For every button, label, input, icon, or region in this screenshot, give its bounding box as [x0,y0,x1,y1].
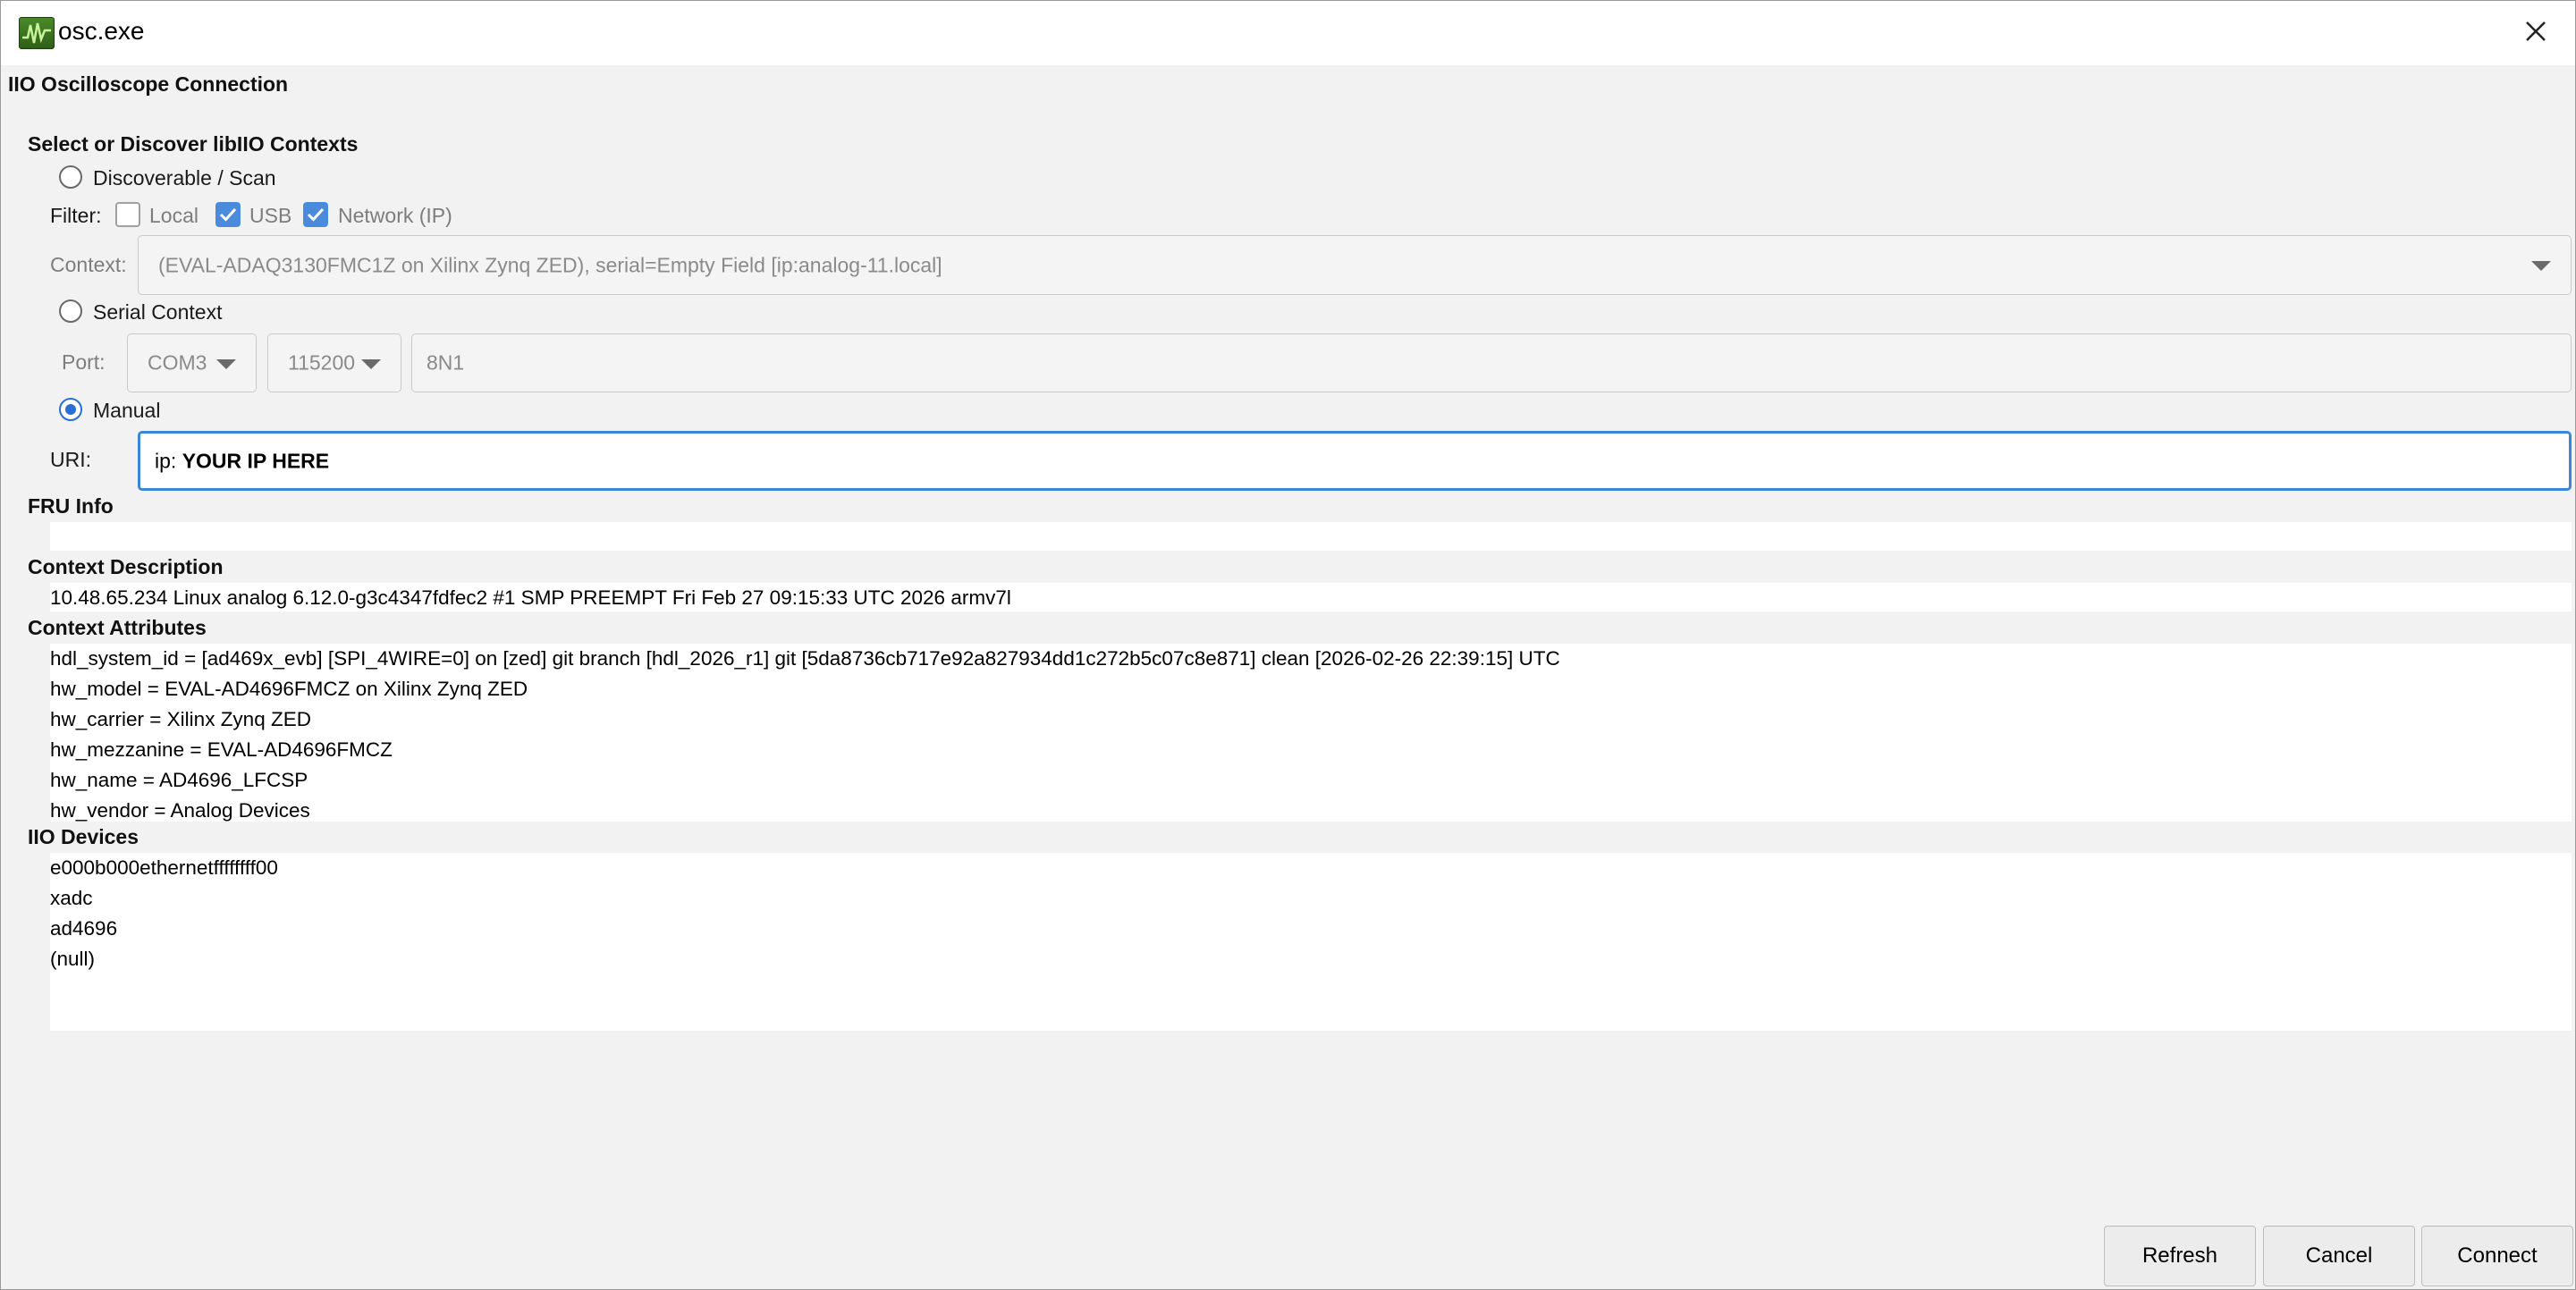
context-attribute-item: hw_model = EVAL-AD4696FMCZ on Xilinx Zyn… [50,678,528,700]
context-value: (EVAL-ADAQ3130FMC1Z on Xilinx Zynq ZED),… [158,253,942,276]
serial-config-field[interactable]: 8N1 [411,333,2572,392]
filter-local-label: Local [149,204,198,227]
discoverable-label: Discoverable / Scan [93,166,276,190]
filter-usb-checkbox[interactable] [215,202,241,227]
context-attribute-item: hdl_system_id = [ad469x_evb] [SPI_4WIRE=… [50,647,1560,670]
context-attributes-heading: Context Attributes [28,616,207,639]
iio-device-item: e000b000ethernetffffffff00 [50,856,278,879]
oscilloscope-app-icon [19,17,55,49]
port-dropdown[interactable]: COM3 [127,333,257,392]
context-label: Context: [50,253,127,276]
iio-device-item: ad4696 [50,917,118,940]
iio-device-item: (null) [50,948,96,970]
window-title: osc.exe [58,17,145,45]
uri-input[interactable]: ip: YOUR IP HERE [138,431,2572,491]
context-dropdown[interactable]: (EVAL-ADAQ3130FMC1Z on Xilinx Zynq ZED),… [138,235,2572,295]
select-contexts-heading: Select or Discover libIIO Contexts [28,132,359,156]
port-value: COM3 [148,350,207,375]
context-description-heading: Context Description [28,555,224,578]
cancel-button[interactable]: Cancel [2263,1226,2415,1286]
refresh-button[interactable]: Refresh [2104,1226,2256,1286]
serial-context-radio[interactable] [59,299,82,323]
context-attribute-item: hw_vendor = Analog Devices [50,799,310,822]
port-label: Port: [62,350,106,374]
filter-network-checkbox[interactable] [303,202,328,227]
connect-button[interactable]: Connect [2421,1226,2573,1286]
checkmark-icon [219,207,237,222]
context-attribute-item: hw_name = AD4696_LFCSP [50,769,308,791]
filter-network-label: Network (IP) [338,204,452,227]
context-attribute-item: hw_mezzanine = EVAL-AD4696FMCZ [50,738,393,761]
baud-rate-dropdown[interactable]: 115200 [267,333,401,392]
context-attribute-item: hw_carrier = Xilinx Zynq ZED [50,708,311,730]
context-description-text: 10.48.65.234 Linux analog 6.12.0-g3c4347… [50,586,1011,609]
fru-info-heading: FRU Info [28,494,114,518]
connection-dialog-window: osc.exe IIO Oscilloscope Connection Sele… [0,0,2576,1290]
iio-devices-panel [50,853,2572,1031]
filter-local-checkbox[interactable] [115,202,140,227]
close-icon[interactable] [2518,13,2554,49]
chevron-down-icon [2531,261,2551,271]
baud-rate-value: 115200 [288,350,356,375]
manual-label: Manual [93,399,161,422]
iio-device-item: xadc [50,887,93,909]
serial-config-value: 8N1 [427,350,465,375]
fru-info-panel [50,522,2572,551]
chevron-down-icon [216,359,236,369]
uri-value: YOUR IP HERE [182,449,330,472]
title-bar[interactable]: osc.exe [1,1,2575,65]
uri-prefix: ip: [155,449,182,472]
serial-context-label: Serial Context [93,300,223,324]
manual-radio[interactable] [59,398,82,421]
chevron-down-icon [361,359,381,369]
dialog-heading: IIO Oscilloscope Connection [8,72,289,96]
filter-usb-label: USB [249,204,292,227]
discoverable-radio[interactable] [59,165,82,189]
iio-devices-heading: IIO Devices [28,825,139,848]
checkmark-icon [307,207,325,222]
filter-label: Filter: [50,204,102,227]
uri-label: URI: [50,448,91,471]
